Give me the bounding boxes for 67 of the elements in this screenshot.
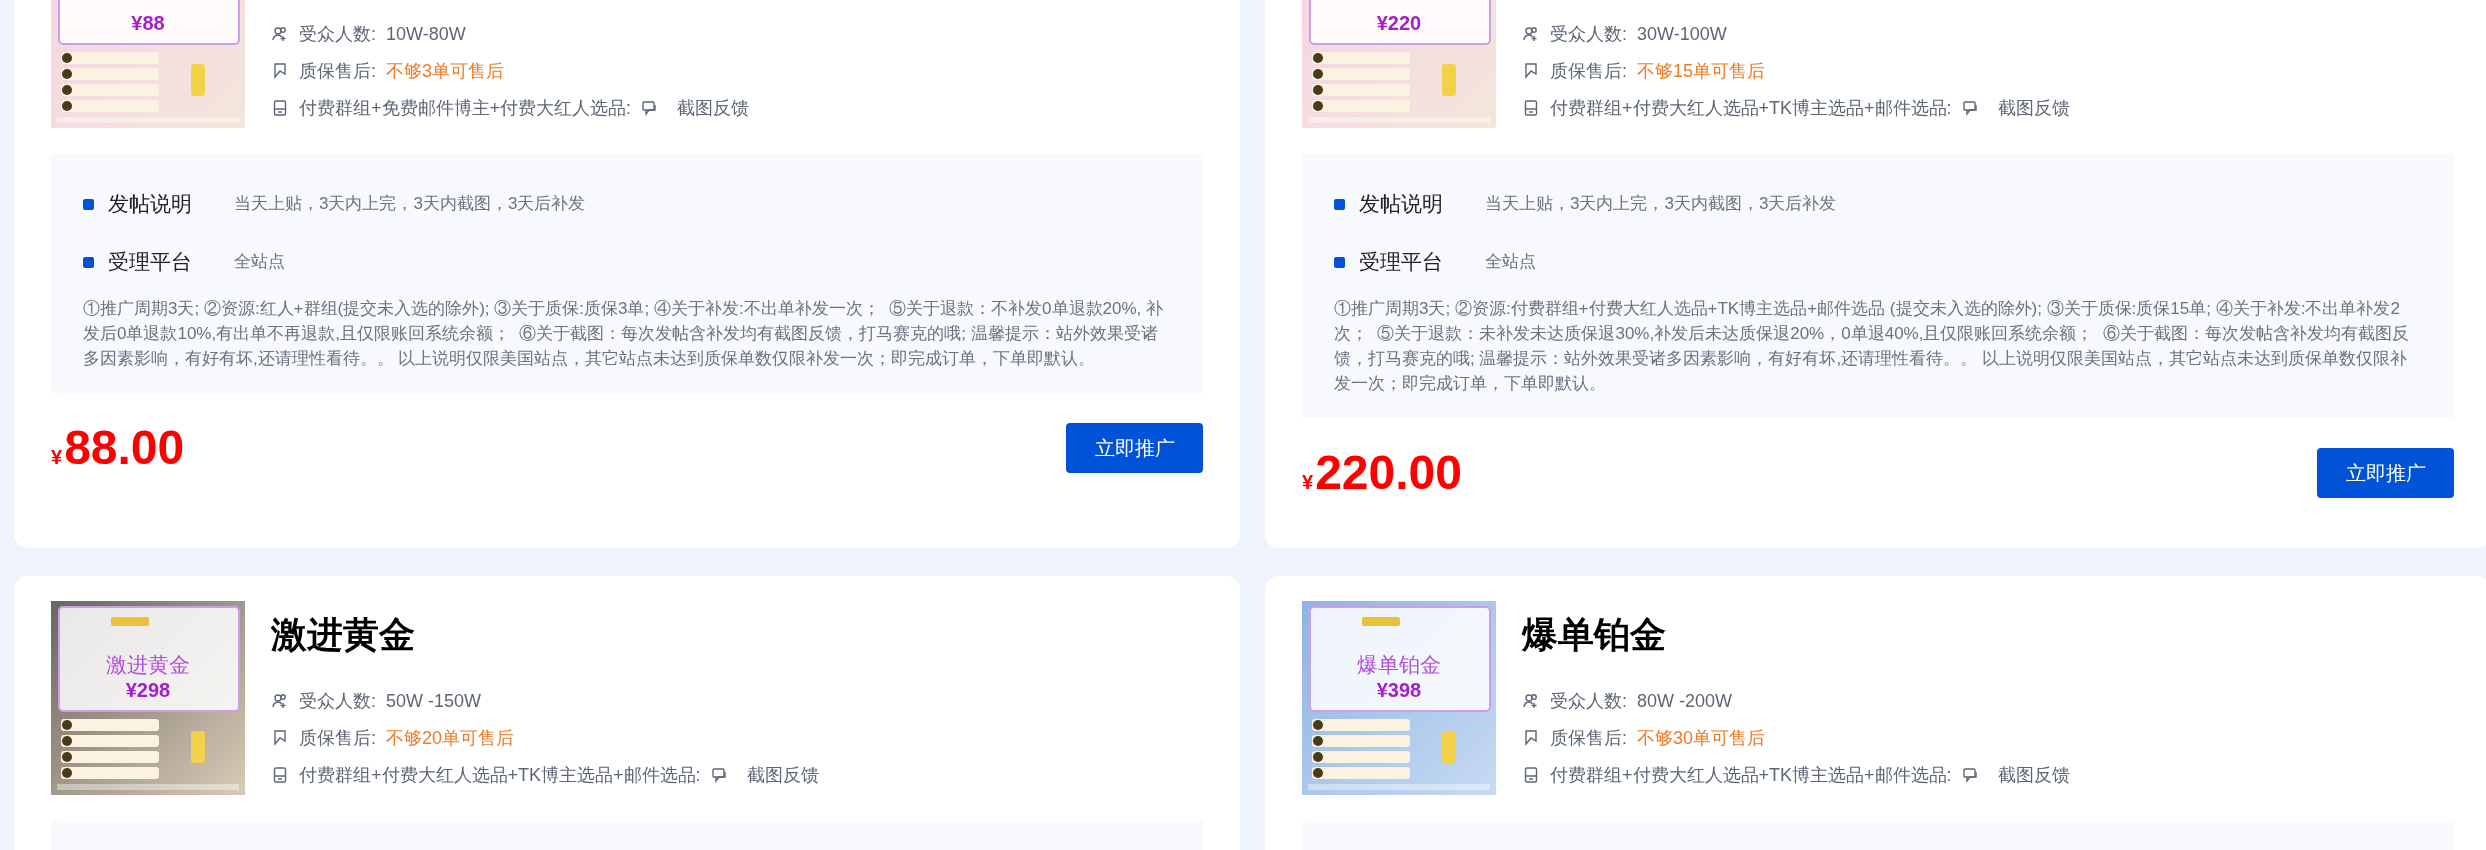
document-icon: [1522, 766, 1540, 784]
info-value: 30W-100W: [1637, 22, 1727, 46]
users-icon: [1522, 25, 1540, 43]
users-icon: [271, 25, 289, 43]
info-label: 质保售后:: [1550, 59, 1627, 83]
info-label: 受众人数:: [1550, 22, 1627, 46]
image-price: ¥88: [130, 11, 166, 36]
info-label: 付费群组+付费大红人选品+TK博主选品+邮件选品:: [299, 763, 701, 787]
info-value: 80W -200W: [1637, 689, 1733, 713]
image-price: ¥298: [124, 678, 172, 703]
bullet-icon: [83, 256, 94, 268]
feedback-text: 截图反馈: [677, 96, 750, 120]
image-price: ¥220: [1375, 11, 1423, 36]
info-value: 50W -150W: [386, 689, 482, 713]
bullet-icon: [1334, 198, 1345, 210]
product-title: 爆单铂金: [1522, 613, 1667, 657]
info-label: 付费群组+免费邮件博主+付费大红人选品:: [299, 96, 632, 120]
detail-label: 受理平台: [1359, 249, 1444, 276]
info-label: 付费群组+付费大红人选品+TK博主选品+邮件选品:: [1550, 96, 1952, 120]
users-icon: [271, 692, 289, 710]
comment-icon: [1961, 99, 1980, 117]
promote-button[interactable]: 立即推广: [1066, 423, 1203, 473]
document-icon: [271, 766, 289, 784]
bookmark-icon: [1522, 62, 1540, 80]
detail-value: 全站点: [234, 251, 285, 274]
image-price: ¥398: [1375, 678, 1423, 703]
info-label: 质保售后:: [1550, 726, 1627, 750]
document-icon: [271, 99, 289, 117]
warranty-value: 不够30单可售后: [1637, 726, 1766, 750]
currency-symbol: ¥: [1302, 470, 1314, 495]
bullet-icon: [1334, 256, 1345, 268]
bookmark-icon: [271, 62, 289, 80]
info-value: 10W-80W: [386, 22, 466, 46]
detail-value: 当天上贴，3天内上完，3天内截图，3天后补发: [1485, 193, 1837, 216]
notes-text: ①推广周期3天; ②资源:红人+群组(提交未入选的除外); ③关于质保:质保3单; ④关于补发:不出单补发一次； ⑤关于退款：不补发0单退款20%, 补发后0单退款10%,有出单不再退款,且仅限账回系统余额； ⑥关于截图：每次发帖含补发均有截图反馈，打马赛克的哦; 温馨提示：站外效果受诸多因素影响，有好有坏,还请理性看待。。 以上说明仅限美国站点，其它站点未达到质保单数仅限补发一次；即完成订单，下单即默认。: [83, 298, 1165, 370]
image-title: 爆单铂金: [1356, 652, 1442, 678]
warranty-value: 不够3单可售后: [386, 59, 505, 83]
feedback-text: 截图反馈: [1997, 96, 2070, 120]
feedback-text: 截图反馈: [1997, 763, 2070, 787]
price-amount: 88.00: [64, 423, 185, 473]
detail-label: 发帖说明: [108, 191, 193, 218]
warranty-value: 不够20单可售后: [386, 726, 515, 750]
detail-label: 受理平台: [108, 249, 193, 276]
users-icon: [1522, 692, 1540, 710]
detail-label: 发帖说明: [1359, 191, 1444, 218]
notes-text: ①推广周期3天; ②资源:付费群组+付费大红人选品+TK博主选品+邮件选品 (提交未入选的除外); ③关于质保:质保15单; ④关于补发:不出单补发2次； ⑤关于退款：未补发未达质保退30%,补发后未达质保退20%，0单退40%,且仅限账回系统余额； ⑥关于截图：每次发帖含补发均有截图反馈，打马赛克的哦; 温馨提示：站外效果受诸多因素影响，有好有坏,还请理性看待。。 以上说明仅限美国站点，其它站点未达到质保单数仅限补发一次；即完成订单，下单即默认。: [1334, 298, 2410, 395]
bookmark-icon: [1522, 729, 1540, 747]
info-label: 付费群组+付费大红人选品+TK博主选品+邮件选品:: [1550, 763, 1952, 787]
comment-icon: [710, 766, 729, 784]
product-title: 激进黄金: [271, 613, 416, 657]
info-label: 受众人数:: [299, 689, 376, 713]
comment-icon: [1961, 766, 1980, 784]
document-icon: [1522, 99, 1540, 117]
promote-button[interactable]: 立即推广: [2317, 448, 2454, 498]
bullet-icon: [83, 198, 94, 210]
info-label: 质保售后:: [299, 59, 376, 83]
price-amount: 220.00: [1315, 448, 1462, 498]
info-label: 受众人数:: [1550, 689, 1627, 713]
info-label: 质保售后:: [299, 726, 376, 750]
warranty-value: 不够15单可售后: [1637, 59, 1766, 83]
currency-symbol: ¥: [51, 445, 63, 470]
bookmark-icon: [271, 729, 289, 747]
info-label: 受众人数:: [299, 22, 376, 46]
feedback-text: 截图反馈: [746, 763, 819, 787]
detail-value: 当天上贴，3天内上完，3天内截图，3天后补发: [234, 193, 586, 216]
detail-value: 全站点: [1485, 251, 1536, 274]
image-title: 激进黄金: [105, 652, 191, 678]
